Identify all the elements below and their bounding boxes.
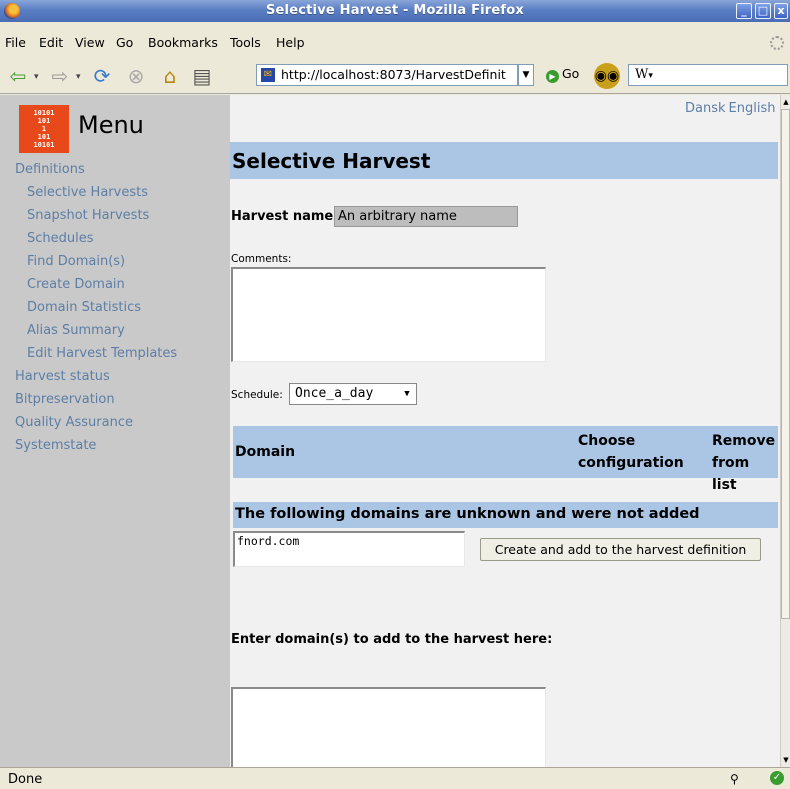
address-bar[interactable]: ✉ http://localhost:8073/HarvestDefinit: [256, 64, 518, 86]
reload-icon[interactable]: ⟳: [90, 64, 114, 88]
language-switcher: Dansk English: [685, 101, 778, 116]
back-icon[interactable]: ⇦: [6, 64, 30, 88]
browser-window: Selective Harvest - Mozilla Firefox _ □ …: [0, 0, 790, 789]
go-icon: ▶: [546, 70, 559, 83]
nav-schedules[interactable]: Schedules: [27, 231, 94, 246]
close-button[interactable]: x: [774, 3, 788, 19]
nav-bitpreservation[interactable]: Bitpreservation: [15, 392, 115, 407]
col-choose-line2: configuration: [578, 455, 684, 471]
comments-label: Comments:: [231, 253, 292, 265]
forward-dropdown-icon[interactable]: ▾: [76, 72, 81, 82]
print-icon[interactable]: ▤: [190, 64, 214, 88]
throbber-icon: [770, 36, 784, 50]
forward-icon[interactable]: ⇨: [48, 64, 72, 88]
lang-dansk-link[interactable]: Dansk: [685, 101, 726, 116]
menu-view[interactable]: View: [75, 35, 105, 50]
enter-domains-textarea[interactable]: [231, 687, 546, 767]
comments-textarea[interactable]: [231, 267, 546, 362]
menu-go[interactable]: Go: [116, 35, 133, 50]
unknown-domains-heading: The following domains are unknown and we…: [233, 502, 778, 528]
menu-help[interactable]: Help: [276, 35, 305, 50]
nav-harvest-status[interactable]: Harvest status: [15, 369, 110, 384]
minimize-button[interactable]: _: [736, 3, 752, 19]
search-engine-dropdown-icon[interactable]: ▾: [648, 71, 653, 81]
unknown-domains-textarea[interactable]: fnord.com: [233, 531, 465, 567]
col-choose-line1: Choose: [578, 433, 636, 449]
maximize-button[interactable]: □: [755, 3, 771, 19]
nav-definitions[interactable]: Definitions: [15, 162, 85, 177]
search-engine-label: W: [635, 67, 649, 82]
address-text: http://localhost:8073/HarvestDefinit: [281, 67, 506, 82]
status-bar: Done ⚲ ✓: [0, 767, 790, 789]
page-title: Selective Harvest: [232, 149, 431, 173]
menu-bar: File Edit View Go Bookmarks Tools Help: [0, 32, 790, 54]
create-and-add-button[interactable]: Create and add to the harvest definition: [480, 538, 761, 561]
nav-systemstate[interactable]: Systemstate: [15, 438, 96, 453]
go-label: Go: [562, 66, 580, 81]
nav-selective-harvests[interactable]: Selective Harvests: [27, 185, 148, 200]
nav-quality-assurance[interactable]: Quality Assurance: [15, 415, 133, 430]
nav-snapshot-harvests[interactable]: Snapshot Harvests: [27, 208, 149, 223]
schedule-label: Schedule:: [231, 389, 283, 401]
back-dropdown-icon[interactable]: ▾: [34, 72, 39, 82]
harvest-name-label: Harvest name:: [231, 209, 339, 224]
page-content: 10101 101 1 101 10101 Menu Definitions S…: [0, 95, 780, 767]
window-title: Selective Harvest - Mozilla Firefox: [265, 3, 525, 18]
menu-edit[interactable]: Edit: [39, 35, 63, 50]
nav-find-domains[interactable]: Find Domain(s): [27, 254, 125, 269]
go-button[interactable]: ▶ Go: [546, 66, 579, 83]
menu-bookmarks[interactable]: Bookmarks: [148, 35, 218, 50]
page-heading-bar: Selective Harvest: [230, 142, 778, 179]
menu-title: Menu: [78, 111, 144, 139]
sidebar: 10101 101 1 101 10101 Menu Definitions S…: [0, 95, 230, 767]
scroll-thumb[interactable]: [781, 109, 790, 619]
home-icon[interactable]: ⌂: [158, 64, 182, 88]
chevron-down-icon: ▼: [404, 389, 410, 399]
netarchive-logo: 10101 101 1 101 10101: [19, 105, 69, 153]
site-favicon-icon: ✉: [261, 68, 275, 82]
harvest-name-field[interactable]: An arbitrary name: [334, 206, 518, 227]
nav-alias-summary[interactable]: Alias Summary: [27, 323, 125, 338]
lang-english-link[interactable]: English: [729, 101, 776, 116]
vertical-scrollbar[interactable]: ▲ ▼: [780, 95, 790, 767]
enter-domains-label: Enter domain(s) to add to the harvest he…: [231, 632, 553, 647]
domain-table-header: Domain Choose configuration Remove from …: [233, 426, 778, 493]
checkmark-icon: ✓: [770, 771, 784, 785]
scroll-up-icon[interactable]: ▲: [781, 95, 790, 109]
schedule-value: Once_a_day: [295, 386, 374, 401]
unknown-domains-title: The following domains are unknown and we…: [235, 506, 700, 522]
col-domain: Domain: [235, 444, 296, 460]
title-bar: Selective Harvest - Mozilla Firefox _ □ …: [0, 0, 790, 22]
nav-create-domain[interactable]: Create Domain: [27, 277, 125, 292]
menu-file[interactable]: File: [5, 35, 26, 50]
scroll-down-icon[interactable]: ▼: [781, 753, 790, 767]
search-box[interactable]: W▾: [628, 64, 788, 86]
col-remove-line1: Remove: [712, 433, 776, 449]
col-remove-line2: from list: [712, 455, 750, 493]
schedule-select[interactable]: Once_a_day ▼: [289, 383, 417, 405]
security-icon[interactable]: ⚲: [730, 772, 739, 786]
status-text: Done: [8, 772, 43, 787]
menu-tools[interactable]: Tools: [230, 35, 261, 50]
nav-domain-statistics[interactable]: Domain Statistics: [27, 300, 141, 315]
address-dropdown-icon[interactable]: ▼: [518, 64, 534, 86]
owl-extension-icon[interactable]: ◉◉: [594, 63, 620, 89]
stop-icon[interactable]: ⊗: [124, 64, 148, 88]
nav-edit-harvest-templates[interactable]: Edit Harvest Templates: [27, 346, 177, 361]
